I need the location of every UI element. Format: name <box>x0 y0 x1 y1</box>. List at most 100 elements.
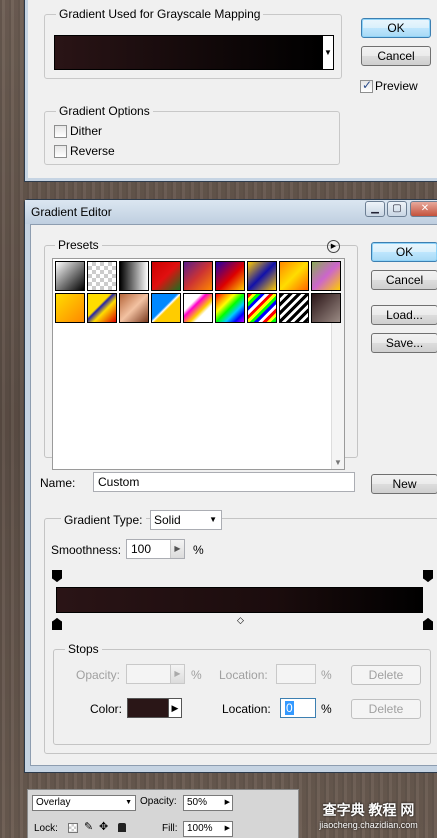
presets-menu-icon[interactable]: ▶ <box>327 240 340 253</box>
gradient-used-group: Gradient Used for Grayscale Mapping ▼ <box>44 7 342 79</box>
chevron-down-icon: ▼ <box>125 799 132 806</box>
fill-value: 100% <box>187 823 213 834</box>
presets-legend: Presets <box>55 238 102 252</box>
smoothness-input[interactable]: 100 ▶ <box>126 539 185 559</box>
layer-opacity-input[interactable]: 50% ▶ <box>183 795 233 811</box>
dither-checkbox[interactable] <box>54 125 67 138</box>
preset-swatch-blue-yellow-blue[interactable] <box>247 261 277 291</box>
preset-swatch-rainbow-stripes[interactable] <box>247 293 277 323</box>
save-button[interactable]: Save... <box>371 333 437 353</box>
gradient-options-group: Gradient Options Dither Reverse <box>44 104 340 165</box>
fill-input[interactable]: 100% ▶ <box>183 821 233 837</box>
gradient-options-legend: Gradient Options <box>56 104 153 118</box>
lock-move-icon[interactable]: ✥ <box>99 820 108 833</box>
preset-swatch-red-green[interactable] <box>151 261 181 291</box>
preset-swatch-spectrum-light[interactable] <box>183 293 213 323</box>
gradient-preview[interactable] <box>56 587 423 613</box>
preset-swatch-spectrum[interactable] <box>215 293 245 323</box>
location-opacity-input <box>276 664 316 684</box>
preset-swatch-violet-green[interactable] <box>311 261 341 291</box>
blend-mode-select[interactable]: Overlay ▼ <box>32 795 136 811</box>
gradient-map-dialog: Gradient Used for Grayscale Mapping ▼ Gr… <box>24 0 437 182</box>
reverse-label: Reverse <box>70 144 115 158</box>
gradient-editor-client: Presets ▶ ▲ ▼ OK Cancel Load... Save... … <box>30 224 437 766</box>
chevron-down-icon: ▼ <box>324 48 332 57</box>
preset-swatch-foreground-to-transparent[interactable] <box>55 261 85 291</box>
watermark-url: jiaocheng.chazidian.com <box>319 820 418 830</box>
smoothness-value: 100 <box>131 542 152 556</box>
stops-legend: Stops <box>65 642 102 656</box>
opacity-spin-icon: ▶ <box>170 665 184 683</box>
gradient-editor-window: Gradient Editor ▁ ▢ ✕ Presets ▶ ▲ ▼ OK C… <box>24 199 437 773</box>
slider-arrow-icon[interactable]: ▶ <box>225 822 230 836</box>
preset-swatch-orange-yellow[interactable] <box>279 261 309 291</box>
name-input[interactable]: Custom <box>93 472 355 492</box>
preset-swatch-black-white[interactable] <box>119 261 149 291</box>
preset-swatch-stripes[interactable] <box>279 293 309 323</box>
gradient-type-label: Gradient Type: <box>61 513 146 527</box>
new-button[interactable]: New <box>371 474 437 494</box>
gradient-dropdown-button[interactable]: ▼ <box>322 35 334 70</box>
color-label: Color: <box>90 702 123 716</box>
opacity-label: Opacity: <box>76 668 121 682</box>
preset-swatch-grid: ▲ ▼ <box>52 258 345 470</box>
load-button[interactable]: Load... <box>371 305 437 325</box>
opacity-input: ▶ <box>126 664 185 684</box>
preset-swatch-yellow-violet[interactable] <box>55 293 85 323</box>
reverse-checkbox[interactable] <box>54 145 67 158</box>
name-label: Name: <box>40 476 76 490</box>
gradient-map-ok-button[interactable]: OK <box>361 18 431 38</box>
delete-opacity-stop-button[interactable]: Delete <box>351 665 421 685</box>
lock-label: Lock: <box>34 823 58 834</box>
slider-arrow-icon[interactable]: ▶ <box>225 796 230 810</box>
preview-label: Preview <box>375 79 418 93</box>
location-opacity-percent: % <box>321 668 332 682</box>
site-watermark: 查字典 教程 网 jiaocheng.chazidian.com <box>300 800 437 838</box>
gradient-map-cancel-button[interactable]: Cancel <box>361 46 431 66</box>
layer-opacity-value: 50% <box>187 797 208 808</box>
gradient-type-value: Solid <box>154 513 181 527</box>
blend-mode-value: Overlay <box>36 797 71 808</box>
color-menu-button[interactable]: ▶ <box>168 698 182 718</box>
location-color-label: Location: <box>222 702 271 716</box>
layer-opacity-label: Opacity: <box>140 796 177 807</box>
midpoint-diamond-icon[interactable]: ◇ <box>237 615 244 626</box>
gradient-preview-bar[interactable] <box>54 35 322 70</box>
location-opacity-label: Location: <box>219 668 268 682</box>
gradient-type-select[interactable]: Solid ▼ <box>150 510 222 530</box>
maximize-icon[interactable]: ▢ <box>387 201 407 217</box>
watermark-brand: 查字典 教程 网 <box>322 802 415 818</box>
delete-color-stop-button[interactable]: Delete <box>351 699 421 719</box>
close-icon[interactable]: ✕ <box>410 201 437 217</box>
preset-swatch-transparent[interactable] <box>87 261 117 291</box>
smoothness-spin-icon[interactable]: ▶ <box>170 540 184 558</box>
lock-brush-icon[interactable]: ✎ <box>84 820 93 833</box>
smoothness-percent: % <box>193 543 204 557</box>
lock-all-icon[interactable] <box>118 823 126 832</box>
location-color-input[interactable]: 0 <box>280 698 316 718</box>
lock-transparency-icon[interactable] <box>68 823 78 833</box>
preset-swatch-blue-red-yellow[interactable] <box>215 261 245 291</box>
preset-swatch-copper[interactable] <box>119 293 149 323</box>
gradient-editor-titlebar[interactable]: Gradient Editor ▁ ▢ ✕ <box>25 200 437 224</box>
gradient-used-legend: Gradient Used for Grayscale Mapping <box>56 7 264 21</box>
preset-swatch-violet-orange[interactable] <box>183 261 213 291</box>
stops-group <box>53 649 431 745</box>
preview-checkbox[interactable] <box>360 78 373 93</box>
window-title: Gradient Editor <box>31 205 112 219</box>
layers-panel: Overlay ▼ Opacity: 50% ▶ Lock: ✎ ✥ Fill:… <box>27 789 299 838</box>
chevron-down-icon: ▼ <box>209 515 217 524</box>
scroll-down-icon[interactable]: ▼ <box>334 458 342 467</box>
fill-label: Fill: <box>162 823 178 834</box>
editor-cancel-button[interactable]: Cancel <box>371 270 437 290</box>
editor-ok-button[interactable]: OK <box>371 242 437 262</box>
preset-swatch-custom[interactable] <box>311 293 341 323</box>
dither-label: Dither <box>70 124 103 138</box>
preset-swatch-spectrum-yellow[interactable] <box>87 293 117 323</box>
location-color-percent: % <box>321 702 332 716</box>
minimize-icon[interactable]: ▁ <box>365 201 385 217</box>
location-color-value: 0 <box>285 701 294 715</box>
preset-swatch-chrome[interactable] <box>151 293 181 323</box>
opacity-percent: % <box>191 668 202 682</box>
smoothness-label: Smoothness: <box>51 543 122 557</box>
